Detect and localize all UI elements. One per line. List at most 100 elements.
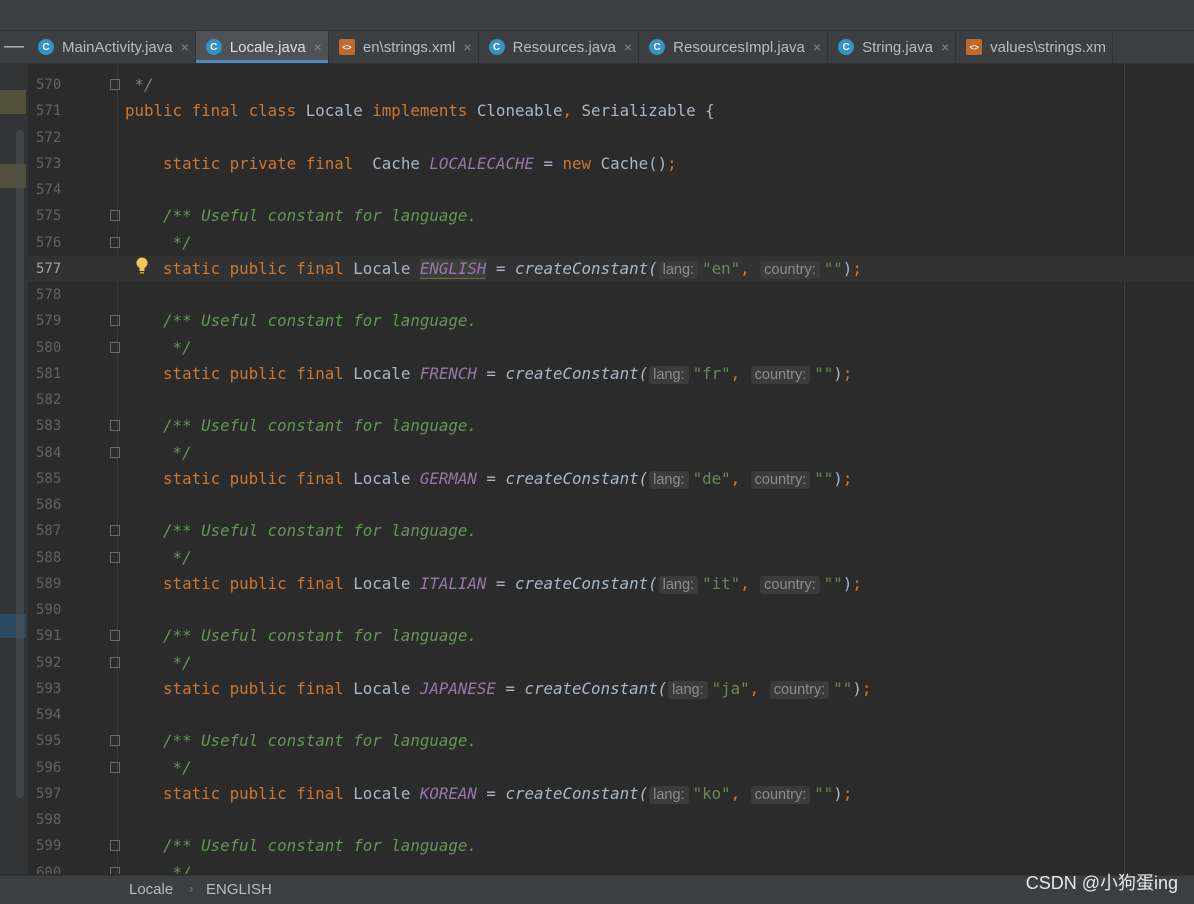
code-token: )	[842, 573, 853, 593]
fold-marker-icon[interactable]	[110, 341, 120, 353]
line-number: 575	[36, 208, 62, 225]
close-icon[interactable]: ×	[463, 39, 471, 55]
code-line[interactable]: 577 static public final Locale ENGLISH =…	[28, 255, 1194, 282]
code-token: createConstant(	[514, 573, 658, 593]
code-line[interactable]: 570 */	[28, 72, 1194, 98]
code-line[interactable]: 598	[28, 807, 1194, 833]
code-line[interactable]: 591 /** Useful constant for language.	[28, 623, 1194, 649]
editor-tab-bar: — C MainActivity.java × C Locale.java × <> en\s…	[0, 31, 1194, 64]
tab-6[interactable]: <> values\strings.xm	[956, 31, 1113, 63]
code-line[interactable]: 599 /** Useful constant for language.	[28, 833, 1194, 859]
watermark: CSDN @小狗蛋ing	[1025, 873, 1178, 893]
code-line[interactable]: 588 */	[28, 545, 1194, 571]
code-line[interactable]: 571 public final class Locale implements …	[28, 98, 1194, 124]
close-icon[interactable]: ×	[813, 39, 821, 55]
code-token: ""	[823, 258, 843, 278]
fold-marker-icon[interactable]	[110, 761, 120, 773]
fold-marker-icon[interactable]	[110, 525, 120, 537]
code-token: ""	[823, 573, 843, 593]
code-line[interactable]: 586	[28, 492, 1194, 518]
tab-2[interactable]: <> en\strings.xml ×	[329, 31, 479, 63]
code-line[interactable]: 596 */	[28, 755, 1194, 781]
fold-marker-icon[interactable]	[110, 656, 120, 668]
code-text: /** Useful constant for language.	[125, 728, 477, 754]
code-text: /** Useful constant for language.	[125, 413, 477, 439]
code-line[interactable]: 584 */	[28, 440, 1194, 466]
fold-marker-icon[interactable]	[110, 551, 120, 563]
fold-marker-icon[interactable]	[110, 420, 120, 432]
code-line[interactable]: 575 /** Useful constant for language.	[28, 203, 1194, 229]
code-line[interactable]: 574	[28, 177, 1194, 203]
parameter-hint: country:	[760, 575, 820, 594]
fold-marker-icon[interactable]	[110, 866, 120, 874]
fold-marker-icon[interactable]	[110, 735, 120, 747]
code-line[interactable]: 590	[28, 597, 1194, 623]
code-line[interactable]: 573 static private final Cache LOCALECAC…	[28, 151, 1194, 177]
code-line[interactable]: 600 */	[28, 860, 1194, 874]
fold-marker-icon[interactable]	[110, 315, 120, 327]
fold-marker-icon[interactable]	[110, 840, 120, 852]
tab-4[interactable]: C ResourcesImpl.java ×	[639, 31, 829, 63]
code-token: =	[495, 678, 525, 698]
code-text: */	[125, 230, 192, 256]
code-line[interactable]: 576 */	[28, 230, 1194, 256]
code-line[interactable]: 592 */	[28, 650, 1194, 676]
code-token: static public final	[125, 678, 354, 698]
code-text: public final class Locale implements Clo…	[125, 98, 715, 124]
code-token: "ja"	[711, 678, 750, 698]
fold-marker-icon[interactable]	[110, 210, 120, 222]
fold-marker-icon[interactable]	[110, 79, 120, 90]
close-icon[interactable]: ×	[624, 39, 632, 55]
left-scrollbar[interactable]	[16, 130, 24, 798]
code-line[interactable]: 581 static public final Locale FRENCH = …	[28, 361, 1194, 387]
line-number: 582	[36, 392, 62, 408]
line-number: 594	[36, 707, 62, 723]
code-text: static public final Locale JAPANESE = cr…	[125, 676, 871, 703]
code-line[interactable]: 582	[28, 387, 1194, 413]
code-editor[interactable]: 570 */ 571 public final class Locale imple…	[28, 64, 1194, 874]
code-line[interactable]: 597 static public final Locale KOREAN = …	[28, 781, 1194, 807]
code-line[interactable]: 579 /** Useful constant for language.	[28, 308, 1194, 334]
code-token: Locale	[305, 101, 373, 121]
code-token: JAPANESE	[419, 678, 496, 698]
title-bar	[0, 0, 1194, 31]
breadcrumb-member[interactable]: ENGLISH	[206, 881, 272, 898]
close-icon[interactable]: ×	[181, 39, 189, 55]
close-icon[interactable]: ×	[941, 39, 949, 55]
code-token: GERMAN	[419, 468, 477, 488]
line-number: 590	[36, 602, 62, 618]
code-line[interactable]: 578	[28, 282, 1194, 308]
code-line[interactable]: 594	[28, 702, 1194, 728]
code-token: new	[562, 153, 601, 173]
fold-marker-icon[interactable]	[110, 630, 120, 642]
code-line[interactable]: 585 static public final Locale GERMAN = …	[28, 466, 1194, 492]
code-line[interactable]: 593 static public final Locale JAPANESE …	[28, 676, 1194, 702]
code-token: =	[533, 153, 563, 173]
code-text: */	[125, 545, 192, 571]
code-line[interactable]: 580 */	[28, 335, 1194, 361]
java-class-icon: C	[38, 39, 54, 55]
line-number: 576	[36, 234, 62, 251]
code-line[interactable]: 595 /** Useful constant for language.	[28, 728, 1194, 754]
collapse-icon[interactable]: —	[0, 31, 28, 63]
line-number: 574	[36, 182, 62, 198]
tab-1[interactable]: C Locale.java ×	[195, 31, 329, 63]
code-line[interactable]: 589 static public final Locale ITALIAN =…	[28, 571, 1194, 597]
line-number: 587	[36, 523, 62, 540]
parameter-hint: lang:	[658, 575, 699, 594]
line-number: 578	[36, 287, 62, 303]
code-token: Locale	[353, 363, 420, 383]
code-line[interactable]: 583 /** Useful constant for language.	[28, 413, 1194, 439]
fold-marker-icon[interactable]	[110, 446, 120, 458]
tab-0[interactable]: C MainActivity.java ×	[28, 31, 196, 63]
code-token: )	[852, 678, 862, 698]
line-number: 593	[36, 680, 62, 697]
close-icon[interactable]: ×	[314, 39, 322, 55]
fold-marker-icon[interactable]	[110, 236, 120, 248]
code-line[interactable]: 572	[28, 125, 1194, 151]
tab-5[interactable]: C String.java ×	[828, 31, 957, 63]
breadcrumb-class[interactable]: Locale	[129, 881, 173, 898]
tab-3[interactable]: C Resources.java ×	[479, 31, 640, 63]
code-token: )	[833, 783, 843, 803]
code-line[interactable]: 587 /** Useful constant for language.	[28, 518, 1194, 544]
